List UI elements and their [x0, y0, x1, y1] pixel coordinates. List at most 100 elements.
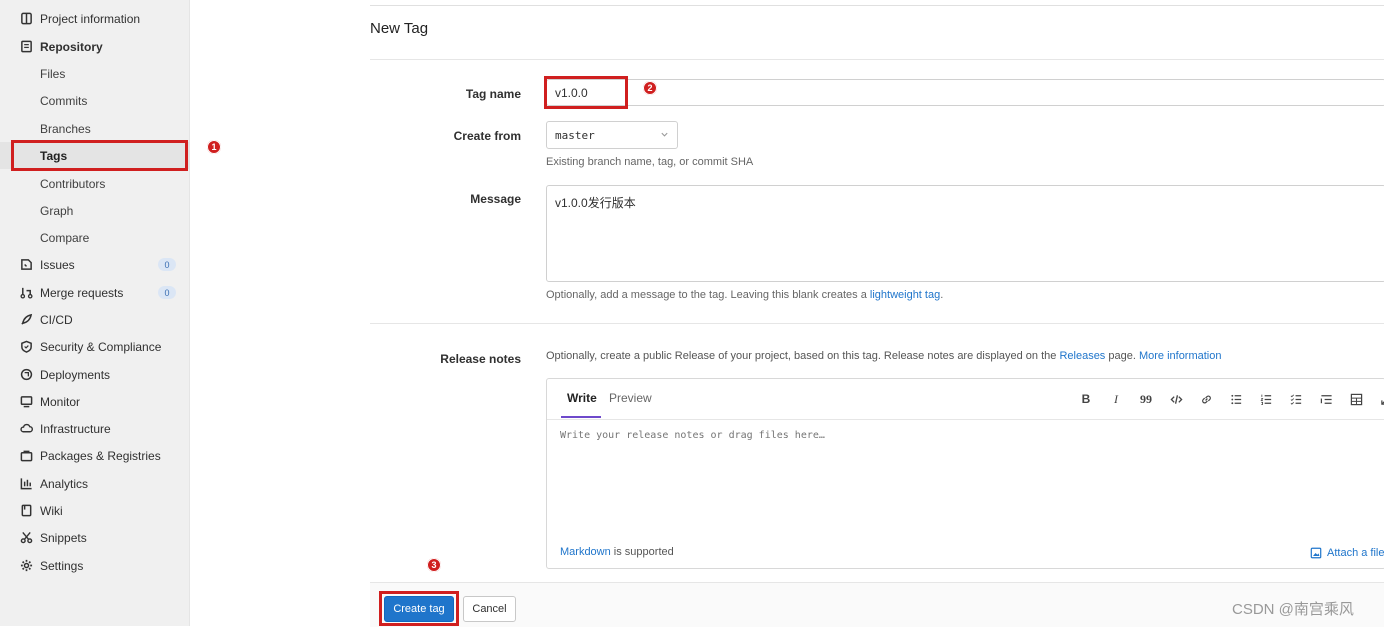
book-icon: [19, 504, 33, 518]
sidebar-item-tags[interactable]: Tags: [0, 142, 189, 169]
sidebar-item-files[interactable]: Files: [0, 60, 189, 87]
sidebar: Project information Repository Files Com…: [0, 0, 190, 626]
tab-preview[interactable]: Preview: [609, 391, 652, 405]
collapsible-button[interactable]: [1311, 389, 1341, 409]
markdown-link[interactable]: Markdown: [560, 546, 611, 558]
task-list-icon: [1290, 393, 1303, 406]
sidebar-item-label: Infrastructure: [40, 422, 111, 436]
tab-write[interactable]: Write: [567, 391, 597, 405]
markdown-support-note: Markdown is supported: [560, 546, 674, 558]
release-help-mid: page.: [1105, 350, 1139, 362]
create-from-dropdown[interactable]: master: [546, 121, 678, 149]
sidebar-item-infrastructure[interactable]: Infrastructure: [0, 415, 189, 442]
message-textarea[interactable]: v1.0.0发行版本: [546, 185, 1384, 282]
fullscreen-button[interactable]: [1371, 389, 1384, 409]
lightweight-tag-link[interactable]: lightweight tag: [870, 289, 940, 301]
project-icon: [19, 12, 33, 26]
tag-name-input[interactable]: [546, 79, 1384, 106]
fullscreen-icon: [1380, 393, 1384, 406]
rocket-icon: [19, 313, 33, 327]
link-icon: [1200, 393, 1213, 406]
create-tag-button[interactable]: Create tag: [384, 596, 454, 622]
image-icon: [1310, 547, 1322, 559]
sidebar-item-security-compliance[interactable]: Security & Compliance: [0, 333, 189, 360]
sidebar-item-label: Monitor: [40, 395, 80, 409]
section-divider: [370, 323, 1384, 324]
active-tab-indicator: [561, 416, 601, 418]
sidebar-item-issues[interactable]: Issues 0: [0, 251, 189, 278]
sidebar-item-label: Security & Compliance: [40, 340, 161, 354]
sidebar-item-graph[interactable]: Graph: [0, 197, 189, 224]
monitor-icon: [19, 395, 33, 409]
sidebar-item-project-information[interactable]: Project information: [0, 5, 189, 32]
issues-count-badge: 0: [158, 258, 176, 271]
release-notes-editor: Write Preview B I 99 Markdown is support…: [546, 378, 1384, 569]
table-icon: [1350, 393, 1363, 406]
sidebar-item-repository[interactable]: Repository: [0, 33, 189, 60]
sidebar-item-label: Graph: [40, 204, 73, 218]
sidebar-item-label: CI/CD: [40, 313, 73, 327]
message-help-suffix: .: [940, 289, 943, 301]
sidebar-item-monitor[interactable]: Monitor: [0, 388, 189, 415]
top-divider: [370, 5, 1384, 6]
issues-icon: [19, 258, 33, 272]
sidebar-item-label: Analytics: [40, 477, 88, 491]
message-help: Optionally, add a message to the tag. Le…: [546, 289, 943, 301]
attach-file-button[interactable]: Attach a file: [1310, 547, 1384, 559]
chart-icon: [19, 477, 33, 491]
release-notes-textarea[interactable]: [547, 420, 1384, 534]
table-button[interactable]: [1341, 389, 1371, 409]
numbered-list-icon: [1260, 393, 1273, 406]
code-button[interactable]: [1161, 389, 1191, 409]
more-information-link[interactable]: More information: [1139, 350, 1222, 362]
release-help-text: Optionally, create a public Release of y…: [546, 350, 1059, 362]
cancel-button[interactable]: Cancel: [463, 596, 516, 622]
sidebar-item-packages-registries[interactable]: Packages & Registries: [0, 442, 189, 469]
sidebar-item-label: Repository: [40, 40, 103, 54]
create-from-value: master: [555, 129, 660, 142]
quote-button[interactable]: 99: [1131, 389, 1161, 409]
step-2-marker: 2: [643, 81, 657, 95]
bold-button[interactable]: B: [1071, 389, 1101, 409]
sidebar-item-compare[interactable]: Compare: [0, 224, 189, 251]
sidebar-item-label: Compare: [40, 231, 89, 245]
sidebar-item-wiki[interactable]: Wiki: [0, 497, 189, 524]
italic-button[interactable]: I: [1101, 389, 1131, 409]
link-button[interactable]: [1191, 389, 1221, 409]
sidebar-item-commits[interactable]: Commits: [0, 87, 189, 114]
attach-file-label: Attach a file: [1327, 547, 1384, 559]
sidebar-item-deployments[interactable]: Deployments: [0, 361, 189, 388]
sidebar-item-label: Contributors: [40, 177, 105, 191]
merge-request-icon: [19, 286, 33, 300]
sidebar-item-label: Snippets: [40, 531, 87, 545]
sidebar-item-snippets[interactable]: Snippets: [0, 524, 189, 551]
sidebar-item-cicd[interactable]: CI/CD: [0, 306, 189, 333]
sidebar-item-branches[interactable]: Branches: [0, 115, 189, 142]
repository-icon: [19, 40, 33, 54]
sidebar-item-label: Settings: [40, 559, 83, 573]
page-title: New Tag: [370, 20, 428, 37]
releases-link[interactable]: Releases: [1059, 350, 1105, 362]
sidebar-item-label: Packages & Registries: [40, 449, 161, 463]
numbered-list-button[interactable]: [1251, 389, 1281, 409]
sidebar-item-label: Branches: [40, 122, 91, 136]
sidebar-item-analytics[interactable]: Analytics: [0, 470, 189, 497]
sidebar-item-label: Merge requests: [40, 286, 123, 300]
create-from-help: Existing branch name, tag, or commit SHA: [546, 156, 753, 168]
scissors-icon: [19, 531, 33, 545]
sidebar-item-label: Files: [40, 67, 65, 81]
sidebar-item-label: Commits: [40, 94, 87, 108]
deployments-icon: [19, 368, 33, 382]
chevron-down-icon: [660, 128, 669, 142]
markdown-toolbar: B I 99: [1071, 389, 1384, 409]
task-list-button[interactable]: [1281, 389, 1311, 409]
markdown-suffix: is supported: [611, 546, 674, 558]
sidebar-item-contributors[interactable]: Contributors: [0, 170, 189, 197]
sidebar-item-merge-requests[interactable]: Merge requests 0: [0, 279, 189, 306]
sidebar-item-settings[interactable]: Settings: [0, 552, 189, 579]
sidebar-item-label: Wiki: [40, 504, 63, 518]
tag-name-label: Tag name: [370, 87, 521, 101]
message-label: Message: [370, 192, 521, 206]
cloud-icon: [19, 422, 33, 436]
bullet-list-button[interactable]: [1221, 389, 1251, 409]
